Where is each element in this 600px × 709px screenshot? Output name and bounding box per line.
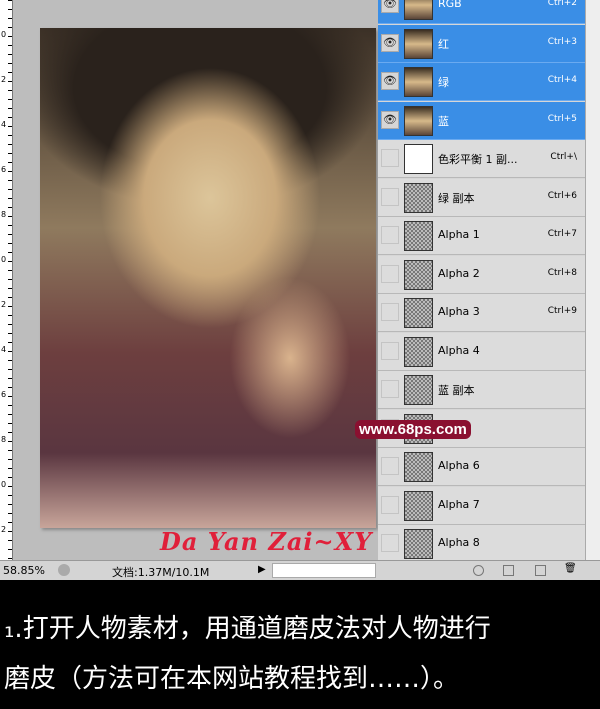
channel-shortcut: Ctrl+5	[547, 113, 577, 124]
channel-thumbnail	[404, 28, 433, 59]
channel-row[interactable]: Alpha 3 Ctrl+9	[378, 294, 585, 332]
channel-shortcut: Ctrl+9	[547, 306, 577, 316]
ruler-label: 2	[1, 75, 7, 84]
channel-thumbnail	[404, 0, 433, 20]
channel-name: 蓝 副本	[438, 384, 475, 397]
ruler-label: 8	[1, 210, 7, 219]
channel-row[interactable]: 绿 副本 Ctrl+6	[378, 178, 585, 217]
visibility-toggle[interactable]	[381, 149, 399, 167]
channel-name: 绿 副本	[438, 191, 475, 205]
eye-icon[interactable]: 👁	[381, 72, 399, 90]
visibility-toggle[interactable]	[381, 380, 399, 398]
zoom-level[interactable]: 58.85%	[3, 564, 45, 577]
caption-line-1: ₁.打开人物素材，用通道磨皮法对人物进行	[4, 614, 491, 644]
ruler-label: 0	[1, 480, 7, 489]
channel-row[interactable]: Alpha 2 Ctrl+8	[378, 255, 585, 294]
ruler-label: 8	[1, 435, 7, 444]
channel-name: 蓝	[438, 114, 449, 128]
channel-thumbnail	[404, 221, 433, 251]
channel-name: Alpha 3	[438, 305, 480, 318]
channel-shortcut: Ctrl+7	[547, 229, 577, 239]
channel-thumbnail	[404, 490, 433, 521]
channel-shortcut: Ctrl+3	[547, 36, 577, 47]
visibility-toggle[interactable]	[381, 457, 399, 475]
channel-thumbnail	[404, 298, 433, 328]
ruler-label: 6	[1, 390, 7, 399]
channel-row[interactable]: 👁 RGB Ctrl+2	[378, 0, 585, 24]
new-channel-icon[interactable]	[535, 565, 546, 576]
channels-panel-toolbar: 🗑	[378, 560, 600, 580]
save-selection-icon[interactable]	[503, 565, 514, 576]
signature-watermark: Da Yan Zai~XY	[160, 527, 373, 556]
eye-icon[interactable]: 👁	[381, 0, 399, 13]
channel-thumbnail	[404, 67, 433, 97]
horizontal-scrollbar[interactable]	[272, 563, 376, 578]
visibility-toggle[interactable]	[381, 341, 399, 360]
channel-thumbnail	[404, 259, 433, 290]
site-watermark: www.68ps.com	[355, 420, 471, 439]
panel-scrollbar[interactable]	[585, 0, 600, 560]
channel-thumbnail	[404, 452, 433, 482]
channel-name: Alpha 1	[438, 228, 480, 241]
visibility-toggle[interactable]	[381, 495, 399, 514]
channel-shortcut: Ctrl+\	[550, 152, 577, 162]
channel-name: 色彩平衡 1 副...	[438, 153, 518, 166]
channel-name: 红	[438, 37, 449, 51]
vertical-ruler: 0 2 4 6 8 0 2 4 6 8 0 2	[0, 0, 13, 560]
ruler-label: 0	[1, 255, 7, 264]
zoom-icon	[58, 564, 70, 576]
status-menu-arrow-icon[interactable]: ▶	[258, 564, 266, 575]
channel-name: Alpha 7	[438, 497, 480, 511]
document-canvas-photo[interactable]	[40, 28, 376, 528]
ruler-label: 6	[1, 165, 7, 174]
visibility-toggle[interactable]	[381, 226, 399, 244]
status-bar: 58.85% 文档:1.37M/10.1M ▶	[0, 560, 378, 580]
eye-icon[interactable]: 👁	[381, 33, 399, 52]
visibility-toggle[interactable]	[381, 303, 399, 321]
eye-icon[interactable]: 👁	[381, 110, 399, 129]
channel-thumbnail	[404, 529, 433, 559]
ruler-label: 4	[1, 345, 7, 354]
channel-row[interactable]: 色彩平衡 1 副... Ctrl+\	[378, 140, 585, 178]
delete-channel-icon[interactable]: 🗑	[564, 563, 577, 574]
channel-thumbnail	[404, 375, 433, 405]
channel-row[interactable]: Alpha 8	[378, 525, 585, 563]
channel-row[interactable]: Alpha 7	[378, 486, 585, 525]
channel-row[interactable]: 蓝 副本	[378, 371, 585, 409]
channel-name: Alpha 4	[438, 343, 480, 357]
channel-name: Alpha 2	[438, 266, 480, 280]
channel-row[interactable]: 👁 绿 Ctrl+4	[378, 63, 585, 101]
ruler-label: 0	[1, 30, 7, 39]
ruler-label: 2	[1, 300, 7, 309]
channel-shortcut: Ctrl+6	[547, 190, 577, 201]
doc-size: 文档:1.37M/10.1M	[112, 566, 210, 579]
document-workspace: 024680246802 www.68ps.com Da Yan Zai~XY …	[0, 0, 471, 580]
load-selection-icon[interactable]	[473, 565, 484, 576]
channel-thumbnail	[404, 105, 433, 136]
channel-name: RGB	[438, 0, 462, 10]
channel-name: Alpha 6	[438, 459, 480, 472]
channel-shortcut: Ctrl+4	[547, 75, 577, 85]
channel-thumbnail	[404, 336, 433, 367]
tutorial-caption: ₁.打开人物素材，用通道磨皮法对人物进行 磨皮（方法可在本网站教程找到……）。	[0, 590, 600, 704]
channel-thumbnail	[404, 144, 433, 174]
visibility-toggle[interactable]	[381, 264, 399, 283]
caption-line-2: 磨皮（方法可在本网站教程找到……）。	[4, 664, 460, 694]
channel-thumbnail	[404, 182, 433, 213]
channel-row[interactable]: Alpha 4	[378, 332, 585, 371]
channel-row[interactable]: 👁 蓝 Ctrl+5	[378, 101, 585, 140]
visibility-toggle[interactable]	[381, 534, 399, 552]
channel-shortcut: Ctrl+8	[547, 267, 577, 278]
visibility-toggle[interactable]	[381, 187, 399, 206]
channel-row[interactable]: 👁 红 Ctrl+3	[378, 24, 585, 63]
ruler-label: 2	[1, 525, 7, 534]
channel-row[interactable]: Alpha 6	[378, 448, 585, 486]
channel-name: Alpha 8	[438, 536, 480, 549]
channel-name: 绿	[438, 76, 449, 89]
channel-shortcut: Ctrl+2	[547, 0, 577, 8]
channels-panel: 👁 RGB Ctrl+2 👁 红 Ctrl+3 👁 绿 Ctrl+4 👁 蓝 Ctrl…	[378, 0, 600, 580]
channel-row[interactable]: Alpha 1 Ctrl+7	[378, 217, 585, 255]
ruler-label: 4	[1, 120, 7, 129]
